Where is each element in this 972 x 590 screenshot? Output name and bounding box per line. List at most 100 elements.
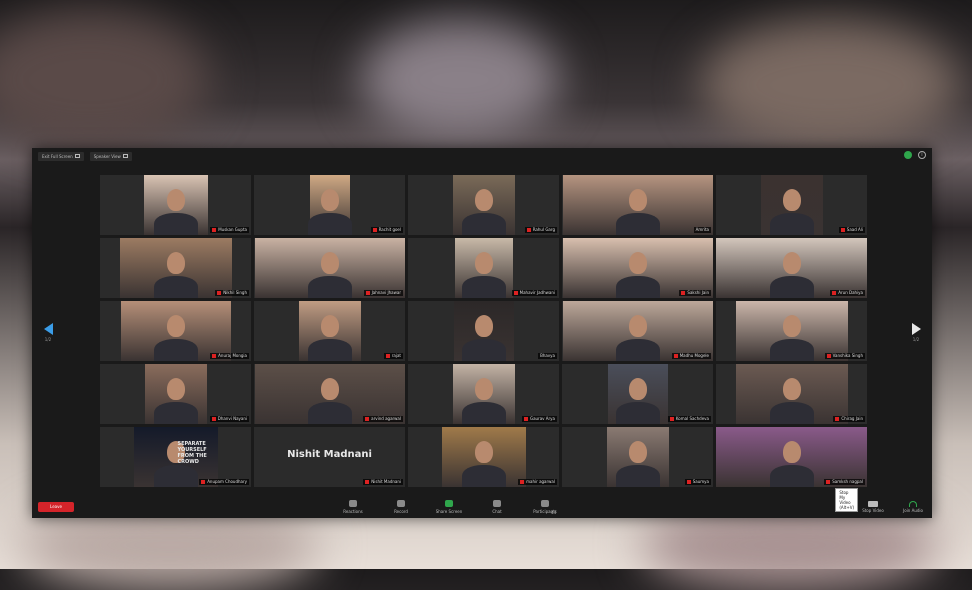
next-page-button[interactable]: 1/2 — [906, 323, 926, 343]
muted-mic-icon — [365, 291, 370, 295]
participant-tile[interactable]: Muskan Gupta — [100, 175, 251, 235]
participant-tile[interactable]: Nikhil Singh — [100, 238, 251, 298]
participant-tile[interactable]: Saad Ali — [716, 175, 867, 235]
participant-face — [320, 252, 339, 274]
participant-name: Rahul Garg — [532, 227, 555, 232]
participant-tile[interactable]: Komal Sachdeva — [562, 364, 713, 424]
participant-face — [474, 252, 493, 274]
participant-name-tag: Samksh nagpal — [824, 479, 865, 485]
leave-button[interactable]: Leave — [38, 502, 74, 512]
participant-name: arvind agarwal — [371, 416, 401, 421]
participant-name-tag: Mahavir Jadhwani — [511, 290, 557, 296]
muted-mic-icon — [523, 417, 528, 421]
exit-fullscreen-button[interactable]: Exit Full Screen — [38, 151, 84, 161]
participant-face — [782, 441, 801, 463]
participant-tile[interactable]: Madhu Mogele — [562, 301, 713, 361]
participant-tile[interactable]: Saumya — [562, 427, 713, 487]
participant-name: Amrita — [695, 227, 709, 232]
speaker-view-label: Speaker View — [93, 153, 121, 159]
participant-shoulders — [769, 339, 814, 361]
participant-name-tag: Muskan Gupta — [210, 227, 249, 233]
participant-face — [782, 315, 801, 337]
participant-name: mahir agarwal — [526, 479, 555, 484]
participant-video — [307, 175, 352, 235]
background-blur — [360, 20, 560, 140]
muted-mic-icon — [832, 291, 837, 295]
participant-name: Saad Ali — [846, 227, 863, 232]
join-audio-label: Join Audio — [903, 508, 923, 513]
participant-video — [454, 238, 513, 298]
speaker-view-button[interactable]: Speaker View — [89, 151, 132, 161]
participant-name: Samksh nagpal — [832, 479, 863, 484]
participant-tile[interactable]: Arun Dahiya — [716, 238, 867, 298]
record-button[interactable]: Record — [380, 496, 422, 518]
participant-video — [453, 301, 514, 361]
info-icon[interactable]: i — [918, 151, 926, 159]
participant-tile[interactable]: mahir agarwal — [408, 427, 559, 487]
participant-name: Rachit goel — [378, 227, 401, 232]
participant-face — [320, 189, 339, 211]
participant-tile[interactable]: Vanshika Singh — [716, 301, 867, 361]
muted-mic-icon — [526, 228, 531, 232]
security-shield-icon[interactable] — [904, 151, 912, 159]
participant-name-tag: Anuraj Mongia — [210, 353, 249, 359]
participant-tile[interactable]: Samksh nagpal — [716, 427, 867, 487]
chat-button[interactable]: Chat — [476, 496, 518, 518]
chat-icon — [493, 500, 501, 507]
participant-video: SEPARATE YOURSELF FROM THE CROWD — [133, 427, 218, 487]
participant-video — [735, 301, 848, 361]
participant-shoulders — [615, 276, 660, 298]
muted-mic-icon — [673, 354, 678, 358]
participant-tile[interactable]: rajat — [254, 301, 405, 361]
participant-face — [474, 378, 493, 400]
participant-tile[interactable]: arvind agarwal — [254, 364, 405, 424]
participant-video — [606, 427, 669, 487]
participant-face — [628, 252, 647, 274]
muted-mic-icon — [520, 480, 525, 484]
participant-tile[interactable]: Sakshi Jain — [562, 238, 713, 298]
participant-name: rajat — [391, 353, 401, 358]
muted-mic-icon — [372, 228, 377, 232]
participant-shoulders — [769, 465, 814, 487]
exit-fullscreen-icon — [74, 154, 80, 158]
participant-tile[interactable]: Rachit goel — [254, 175, 405, 235]
join-audio-button[interactable]: Join Audio — [898, 501, 928, 513]
participant-tile[interactable]: Chirag Jain — [716, 364, 867, 424]
participant-shoulders — [461, 213, 506, 235]
participant-shoulders — [615, 402, 660, 424]
participant-shoulders — [461, 276, 506, 298]
participants-button[interactable]: 44 Participants — [524, 496, 566, 518]
participant-name: Sakshi Jain — [687, 290, 709, 295]
participant-name: Mahavir Jadhwani — [519, 290, 555, 295]
participant-tile[interactable]: Rahul Garg — [408, 175, 559, 235]
participant-tile[interactable]: Nishit Madnani Nishit Madnani — [254, 427, 405, 487]
participant-tile[interactable]: SEPARATE YOURSELF FROM THE CROWD Anupam C… — [100, 427, 251, 487]
participant-tile[interactable]: Anuraj Mongia — [100, 301, 251, 361]
muted-mic-icon — [211, 417, 216, 421]
participant-video — [607, 364, 668, 424]
participant-video — [716, 427, 867, 487]
muted-mic-icon — [217, 291, 222, 295]
control-label: Share Screen — [435, 509, 463, 514]
smiley-button[interactable]: Reactions — [332, 496, 374, 518]
participant-name-tag: Komal Sachdeva — [667, 416, 711, 422]
participant-tile[interactable]: Amrita — [562, 175, 713, 235]
participant-name: Gaurav Arya — [529, 416, 555, 421]
share-screen-button[interactable]: Share Screen — [428, 496, 470, 518]
participant-tile[interactable]: Mahavir Jadhwani — [408, 238, 559, 298]
top-right-icons: i — [904, 151, 926, 159]
stop-video-button[interactable]: Stop Video — [858, 501, 888, 513]
participant-tile[interactable]: Dhanvi Nayani — [100, 364, 251, 424]
share-screen-icon — [445, 500, 453, 507]
prev-page-number: 1/2 — [44, 337, 52, 342]
arrow-left-icon — [43, 323, 53, 335]
participant-shoulders — [153, 276, 198, 298]
participant-face — [782, 378, 801, 400]
muted-mic-icon — [365, 480, 370, 484]
exit-fullscreen-label: Exit Full Screen — [42, 153, 73, 159]
participant-tile[interactable]: Jahnavi Jhawar — [254, 238, 405, 298]
participant-name: Madhu Mogele — [679, 353, 709, 358]
participant-tile[interactable]: Bhavya — [408, 301, 559, 361]
prev-page-button[interactable]: 1/2 — [38, 323, 58, 343]
participant-tile[interactable]: Gaurav Arya — [408, 364, 559, 424]
